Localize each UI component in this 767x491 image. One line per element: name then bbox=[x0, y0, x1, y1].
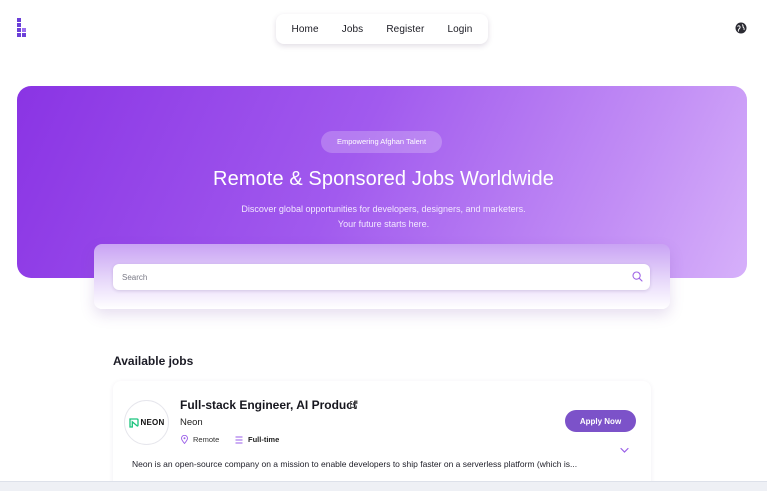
brand-logo-icon[interactable] bbox=[15, 18, 31, 40]
job-company: Neon bbox=[180, 417, 203, 428]
company-logo-text: NEON bbox=[140, 418, 165, 427]
search-input[interactable] bbox=[122, 264, 622, 290]
job-title[interactable]: Full-stack Engineer, AI Product bbox=[180, 398, 357, 412]
location-pin-icon bbox=[181, 435, 188, 444]
bottom-strip bbox=[0, 481, 767, 491]
chevron-down-icon[interactable] bbox=[620, 447, 629, 454]
hero-subtitle-line2: Your future starts here. bbox=[337, 219, 430, 229]
main-nav: Home Jobs Register Login bbox=[276, 14, 488, 44]
available-jobs-heading: Available jobs bbox=[113, 354, 194, 368]
job-location: Remote bbox=[181, 435, 219, 444]
list-icon bbox=[235, 436, 243, 443]
nav-home-link[interactable]: Home bbox=[292, 24, 319, 35]
hero-badge: Empowering Afghan Talent bbox=[321, 131, 442, 153]
neon-logo-icon bbox=[128, 417, 139, 428]
search-box bbox=[113, 264, 650, 290]
hero-title: Remote & Sponsored Jobs Worldwide bbox=[213, 168, 554, 190]
search-icon[interactable] bbox=[632, 271, 643, 282]
nav-jobs-link[interactable]: Jobs bbox=[342, 24, 364, 35]
job-location-label: Remote bbox=[193, 435, 220, 444]
hero-subtitle-line1: Discover global opportunities for develo… bbox=[241, 204, 526, 214]
globe-icon[interactable] bbox=[735, 22, 747, 34]
external-link-icon[interactable] bbox=[349, 400, 358, 409]
nav-login-link[interactable]: Login bbox=[447, 24, 472, 35]
apply-now-button[interactable]: Apply Now bbox=[565, 410, 636, 432]
nav-register-link[interactable]: Register bbox=[386, 24, 424, 35]
job-description: Neon is an open-source company on a miss… bbox=[132, 459, 578, 469]
job-type: Full-time bbox=[235, 435, 279, 444]
page: Home Jobs Register Login Empowering Afgh… bbox=[0, 0, 767, 491]
company-logo: NEON bbox=[124, 400, 169, 445]
job-type-label: Full-time bbox=[248, 435, 280, 444]
